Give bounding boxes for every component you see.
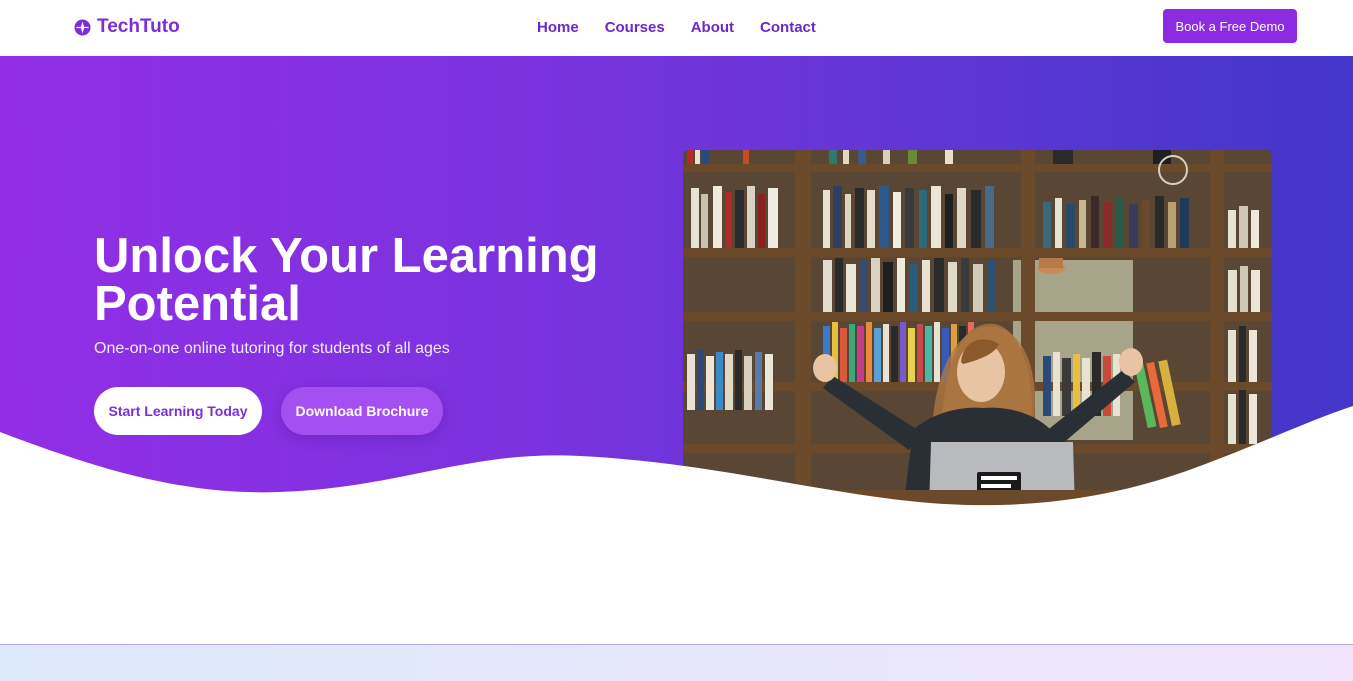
start-learning-button[interactable]: Start Learning Today xyxy=(94,387,262,435)
brand-name: TechTuto xyxy=(97,16,180,37)
hero-subtitle: One-on-one online tutoring for students … xyxy=(94,340,450,357)
top-navbar: TechTuto Home Courses About Contact Book… xyxy=(0,0,1353,56)
nav-link-courses[interactable]: Courses xyxy=(605,19,665,36)
hero-image xyxy=(683,150,1272,510)
main-nav: Home Courses About Contact xyxy=(537,17,816,37)
hero-section: Unlock Your Learning Potential One-on-on… xyxy=(0,56,1353,516)
hero-title: Unlock Your Learning Potential xyxy=(94,229,599,331)
brand-logo-link[interactable]: TechTuto xyxy=(74,14,180,40)
nav-link-contact[interactable]: Contact xyxy=(760,19,816,36)
nav-link-home[interactable]: Home xyxy=(537,19,579,36)
book-demo-button[interactable]: Book a Free Demo xyxy=(1163,9,1297,43)
download-brochure-button[interactable]: Download Brochure xyxy=(281,387,443,435)
next-section-strip xyxy=(0,644,1353,681)
nav-link-about[interactable]: About xyxy=(691,19,734,36)
compass-icon xyxy=(74,19,91,36)
